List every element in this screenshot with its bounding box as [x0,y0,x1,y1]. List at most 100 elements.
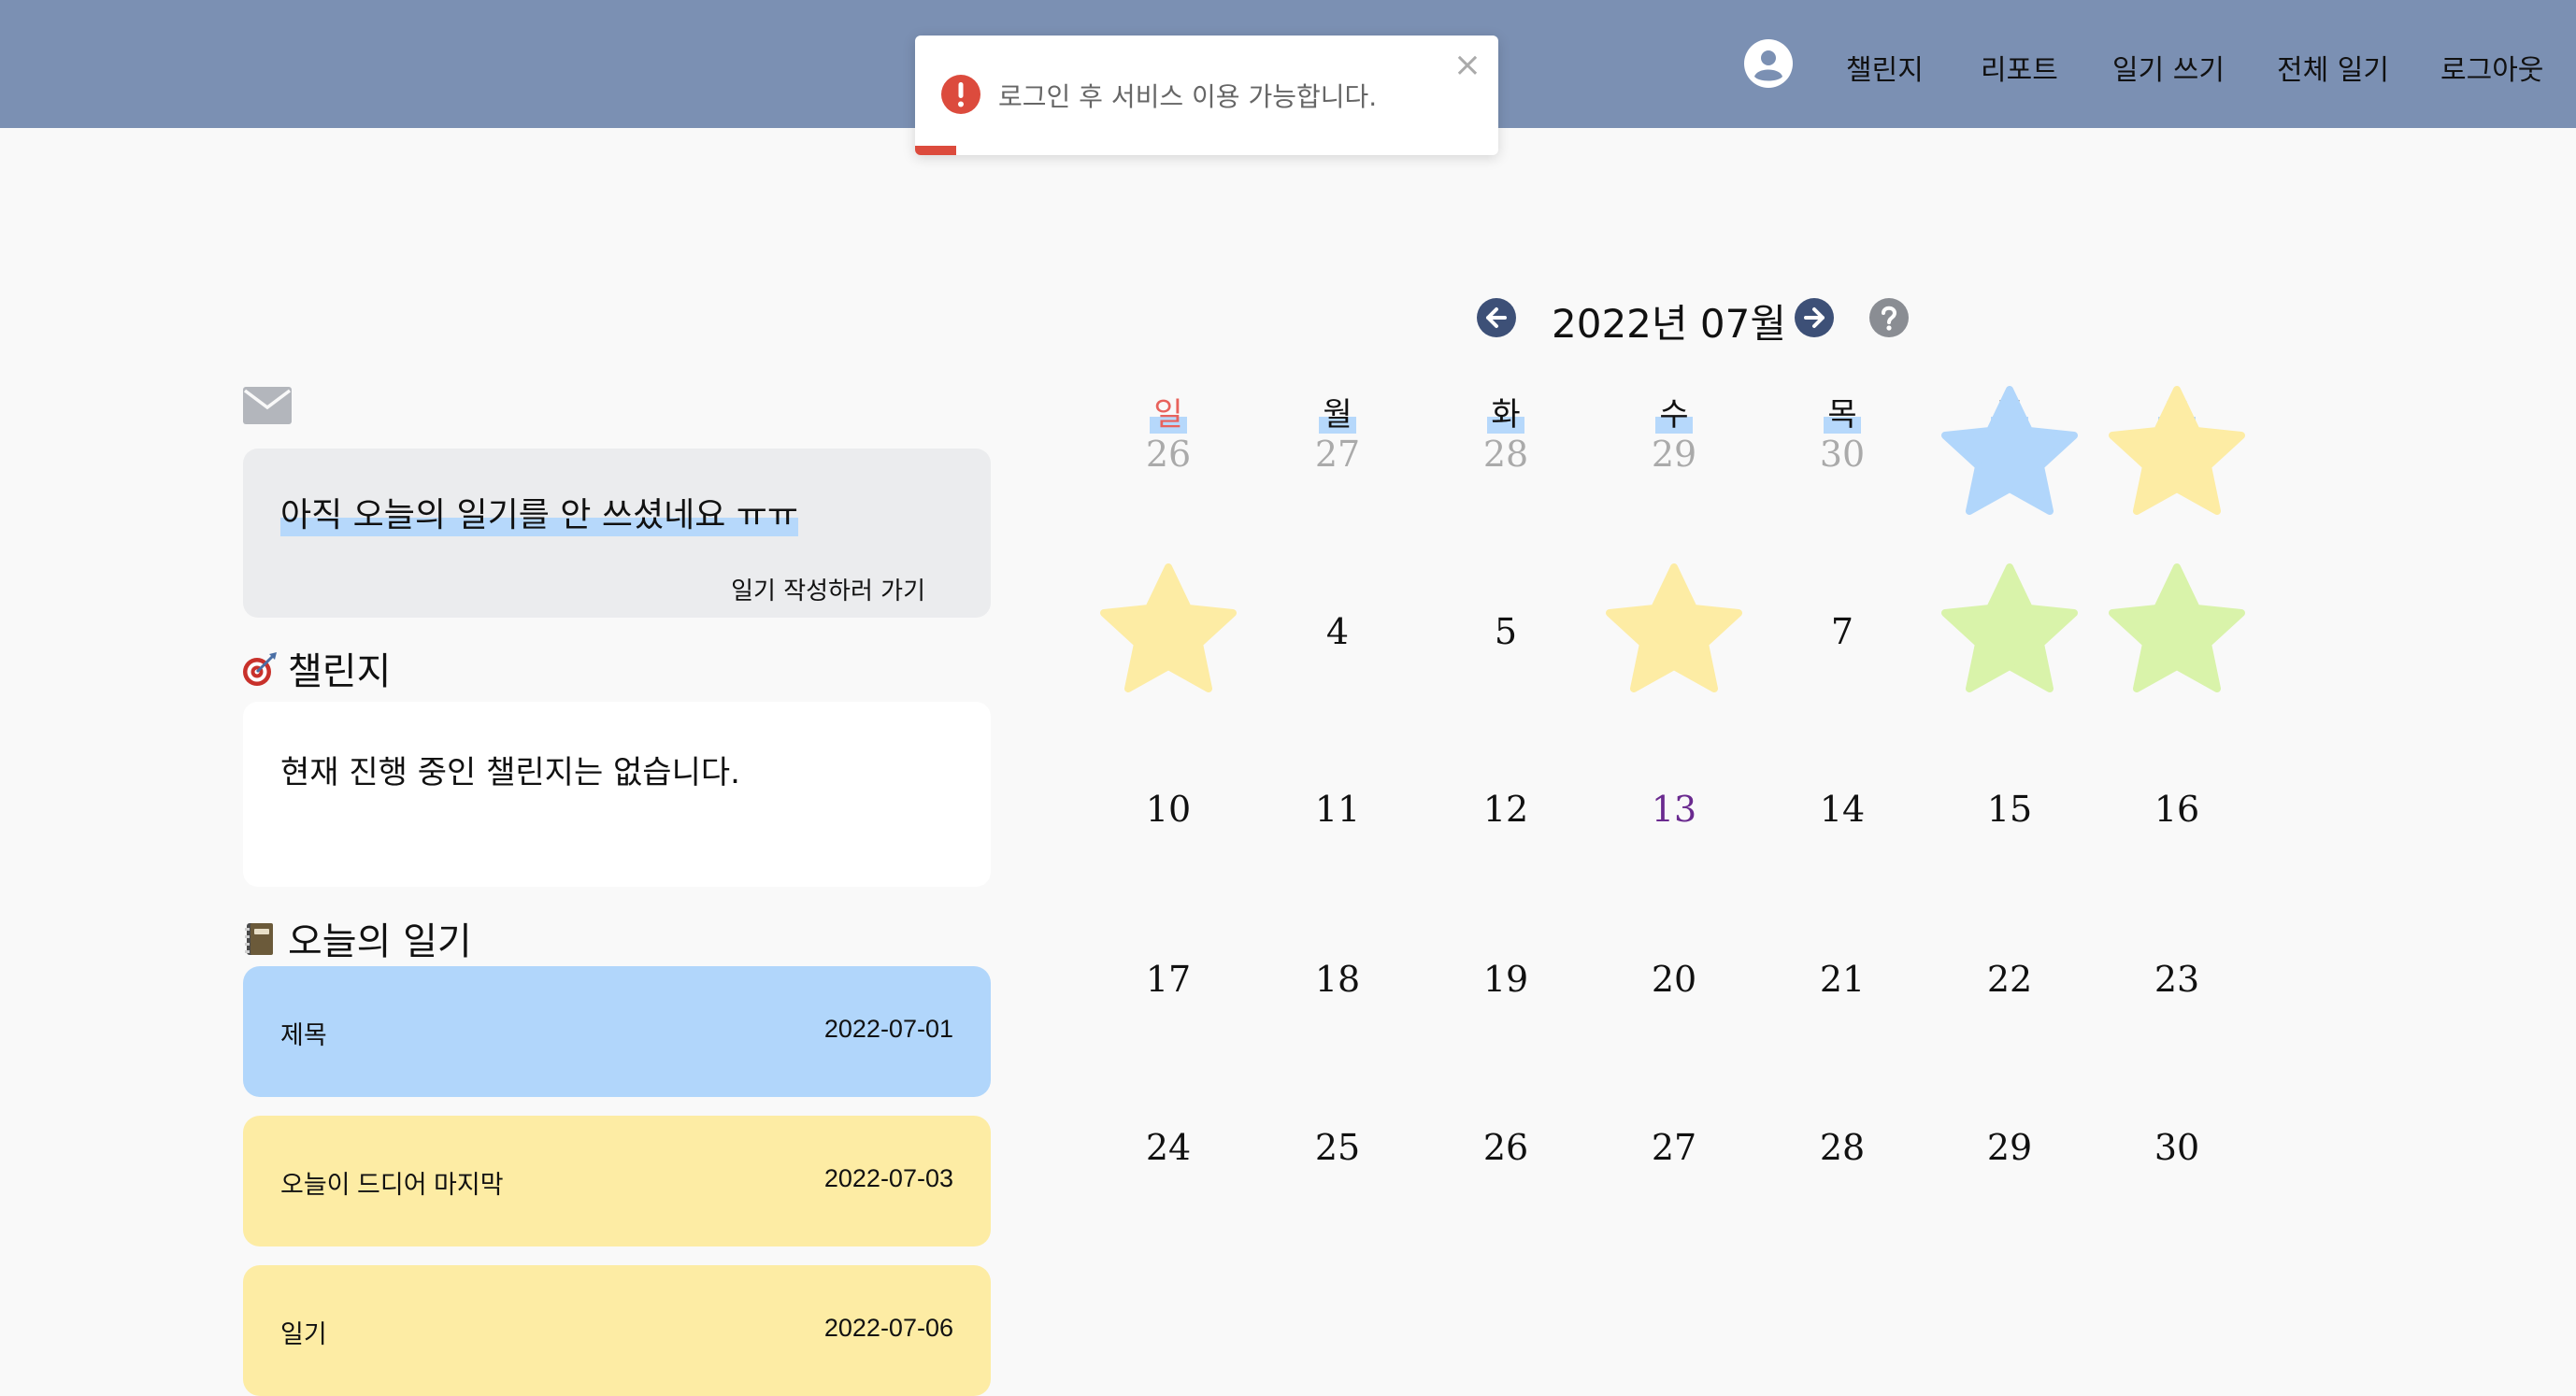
calendar-day-cell[interactable]: 12 [1422,730,1590,889]
challenge-empty-text: 현재 진행 중인 챌린지는 없습니다. [280,754,740,791]
diary-star-icon [2109,386,2245,515]
calendar-day-cell[interactable] [1084,552,1252,711]
calendar-day-number: 30 [1819,434,1866,475]
calendar-month-title: 2022년 07월 [1552,301,1786,347]
today-diary-section-label: 오늘의 일기 [288,920,472,963]
diary-list-item[interactable]: 일기 2022-07-06 [243,1265,991,1396]
calendar-day-cell[interactable]: 24 [1084,1068,1252,1227]
calendar-day-number: 29 [1986,1127,2033,1168]
calendar-day-number: 24 [1145,1127,1192,1168]
calendar-day-number: 26 [1482,1127,1529,1168]
calendar-day-cell[interactable]: 14 [1758,730,1926,889]
calendar-day-cell[interactable]: 21 [1758,900,1926,1059]
diary-list-item[interactable]: 제목 2022-07-01 [243,966,991,1097]
diary-item-date: 2022-07-06 [823,1314,953,1342]
calendar-day-cell[interactable] [1590,552,1758,711]
diary-reminder-text: 아직 오늘의 일기를 안 쓰셨네요 ㅠㅠ [280,488,799,536]
calendar-day-cell[interactable]: 23 [2093,900,2261,1059]
diary-star-icon [1941,563,2078,692]
calendar-day-number: 27 [1651,1127,1697,1168]
calendar-day-number: 27 [1314,434,1361,475]
user-circle-icon[interactable] [1744,39,1793,88]
calendar-day-cell[interactable]: 30 [1758,375,1926,534]
calendar-day-number: 26 [1145,434,1192,475]
calendar-day-cell[interactable]: 28 [1758,1068,1926,1227]
calendar-day-number: 7 [1830,611,1854,652]
calendar-day-cell[interactable]: 28 [1422,375,1590,534]
diary-star-icon [2109,563,2245,692]
next-month-arrow-icon[interactable] [1795,298,1834,337]
calendar-day-cell[interactable]: 30 [2093,1068,2261,1227]
nav-all-diaries-link[interactable]: 전체 일기 [2277,47,2389,88]
diary-reminder-card: 아직 오늘의 일기를 안 쓰셨네요 ㅠㅠ 일기 작성하러 가기 [243,449,991,618]
challenge-section-title: 챌린지 [241,641,391,695]
diary-star-icon [1100,563,1237,692]
toast-progress-bar [915,146,956,155]
calendar-day-cell[interactable]: 18 [1253,900,1422,1059]
calendar-day-number: 23 [2154,959,2200,1000]
previous-month-arrow-icon[interactable] [1477,298,1516,337]
calendar-day-number: 15 [1986,789,2033,830]
calendar-day-number: 5 [1494,611,1518,652]
nav-logout-link[interactable]: 로그아웃 [2440,47,2543,88]
calendar-day-number: 19 [1482,959,1529,1000]
diary-star-icon [1941,386,2078,515]
calendar-day-cell[interactable]: 4 [1253,552,1422,711]
nav-report-link[interactable]: 리포트 [1981,47,2058,88]
calendar-day-cell[interactable] [1925,375,2094,534]
calendar-day-number: 20 [1651,959,1697,1000]
login-required-toast: 로그인 후 서비스 이용 가능합니다. × [915,36,1498,155]
calendar-day-cell[interactable]: 26 [1422,1068,1590,1227]
calendar-day-cell[interactable]: 7 [1758,552,1926,711]
diary-item-title: 오늘이 드디어 마지막 [280,1171,504,1199]
calendar-day-cell[interactable]: 29 [1925,1068,2094,1227]
calendar-day-cell[interactable]: 25 [1253,1068,1422,1227]
calendar-day-cell[interactable]: 15 [1925,730,2094,889]
calendar-day-cell[interactable]: 19 [1422,900,1590,1059]
calendar-day-number: 28 [1819,1127,1866,1168]
calendar-day-number: 13 [1651,789,1697,830]
diary-item-date: 2022-07-03 [823,1164,953,1192]
diary-list-item[interactable]: 오늘이 드디어 마지막 2022-07-03 [243,1116,991,1246]
calendar-day-cell[interactable]: 26 [1084,375,1252,534]
calendar-day-cell[interactable]: 13 [1590,730,1758,889]
diary-star-icon [1606,563,1742,692]
nav-write-diary-link[interactable]: 일기 쓰기 [2112,47,2225,88]
calendar-day-number: 28 [1482,434,1529,475]
calendar-day-number: 29 [1651,434,1697,475]
calendar-day-number: 21 [1819,959,1866,1000]
calendar-day-cell[interactable]: 27 [1253,375,1422,534]
calendar-day-number: 18 [1314,959,1361,1000]
diary-item-title: 일기 [280,1320,327,1348]
help-question-icon[interactable] [1869,298,1909,337]
diary-item-date: 2022-07-01 [823,1015,953,1043]
calendar-day-number: 16 [2154,789,2200,830]
target-icon [243,652,277,686]
calendar-day-number: 4 [1325,611,1350,652]
calendar-day-cell[interactable]: 17 [1084,900,1252,1059]
notebook-icon [245,923,273,955]
calendar-day-cell[interactable]: 5 [1422,552,1590,711]
nav-challenge-link[interactable]: 챌린지 [1846,47,1924,88]
calendar-day-number: 30 [2154,1127,2200,1168]
calendar-day-cell[interactable]: 22 [1925,900,2094,1059]
calendar-day-cell[interactable] [1925,552,2094,711]
calendar-day-cell[interactable] [2093,375,2261,534]
calendar-day-number: 12 [1482,789,1529,830]
calendar-day-number: 10 [1145,789,1192,830]
calendar-day-cell[interactable]: 20 [1590,900,1758,1059]
calendar-day-cell[interactable]: 27 [1590,1068,1758,1227]
calendar-day-number: 11 [1314,789,1361,830]
challenge-card: 현재 진행 중인 챌린지는 없습니다. [243,702,991,887]
close-icon[interactable]: × [1453,49,1481,82]
calendar-day-cell[interactable]: 29 [1590,375,1758,534]
calendar-day-cell[interactable]: 11 [1253,730,1422,889]
calendar-day-cell[interactable]: 16 [2093,730,2261,889]
calendar-day-cell[interactable]: 10 [1084,730,1252,889]
challenge-section-label: 챌린지 [288,650,392,693]
today-diary-section-title: 오늘의 일기 [241,911,472,965]
mail-icon [243,387,292,424]
calendar-day-number: 25 [1314,1127,1361,1168]
write-diary-link[interactable]: 일기 작성하러 가기 [731,572,925,606]
calendar-day-cell[interactable] [2093,552,2261,711]
